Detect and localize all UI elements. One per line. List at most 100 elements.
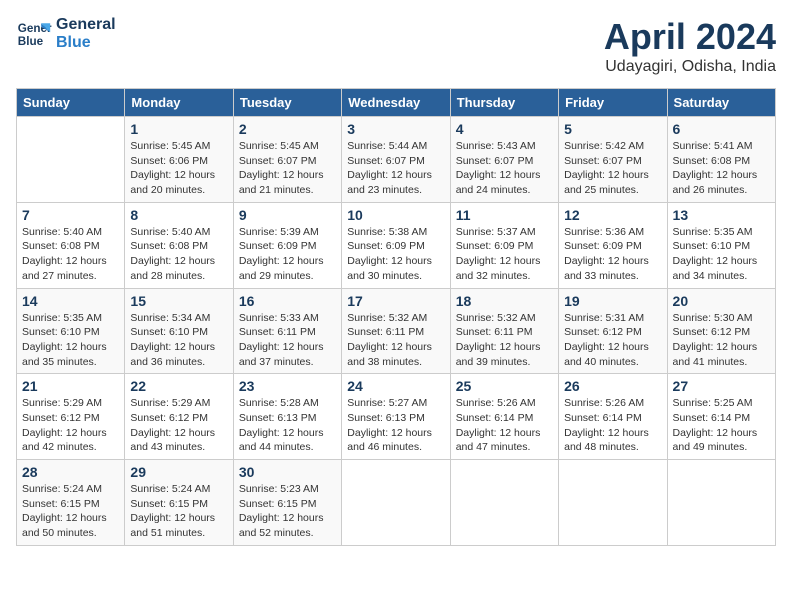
day-number: 22 [130, 378, 227, 394]
weekday-header-sunday: Sunday [17, 89, 125, 117]
day-number: 18 [456, 293, 553, 309]
day-number: 6 [673, 121, 770, 137]
day-number: 12 [564, 207, 661, 223]
calendar-cell: 18 Sunrise: 5:32 AM Sunset: 6:11 PM Dayli… [450, 288, 558, 374]
calendar-cell: 30 Sunrise: 5:23 AM Sunset: 6:15 PM Dayli… [233, 460, 341, 546]
calendar-cell [17, 117, 125, 203]
day-info: Sunrise: 5:25 AM Sunset: 6:14 PM Dayligh… [673, 396, 770, 455]
day-number: 9 [239, 207, 336, 223]
week-row-2: 7 Sunrise: 5:40 AM Sunset: 6:08 PM Daylig… [17, 202, 776, 288]
page-header: General Blue General Blue April 2024 Uda… [16, 16, 776, 76]
day-info: Sunrise: 5:43 AM Sunset: 6:07 PM Dayligh… [456, 139, 553, 198]
weekday-header-friday: Friday [559, 89, 667, 117]
day-info: Sunrise: 5:29 AM Sunset: 6:12 PM Dayligh… [22, 396, 119, 455]
calendar-cell: 25Sunrise: 5:26 AM Sunset: 6:14 PM Dayli… [450, 374, 558, 460]
day-number: 2 [239, 121, 336, 137]
day-info: Sunrise: 5:33 AM Sunset: 6:11 PM Dayligh… [239, 311, 336, 370]
calendar-cell [559, 460, 667, 546]
day-info: Sunrise: 5:32 AM Sunset: 6:11 PM Dayligh… [347, 311, 444, 370]
day-number: 27 [673, 378, 770, 394]
day-number: 20 [673, 293, 770, 309]
calendar-cell: 12 Sunrise: 5:36 AM Sunset: 6:09 PM Dayli… [559, 202, 667, 288]
day-info: Sunrise: 5:40 AM Sunset: 6:08 PM Dayligh… [22, 225, 119, 284]
day-info: Sunrise: 5:26 AM Sunset: 6:14 PM Dayligh… [456, 396, 553, 455]
day-number: 15 [130, 293, 227, 309]
day-number: 7 [22, 207, 119, 223]
calendar-cell [667, 460, 775, 546]
calendar-cell [342, 460, 450, 546]
day-number: 3 [347, 121, 444, 137]
day-number: 30 [239, 464, 336, 480]
calendar-cell: 7 Sunrise: 5:40 AM Sunset: 6:08 PM Daylig… [17, 202, 125, 288]
calendar-cell: 21Sunrise: 5:29 AM Sunset: 6:12 PM Dayli… [17, 374, 125, 460]
calendar-cell: 5 Sunrise: 5:42 AM Sunset: 6:07 PM Daylig… [559, 117, 667, 203]
weekday-header-monday: Monday [125, 89, 233, 117]
weekday-header-row: SundayMondayTuesdayWednesdayThursdayFrid… [17, 89, 776, 117]
day-info: Sunrise: 5:34 AM Sunset: 6:10 PM Dayligh… [130, 311, 227, 370]
calendar-cell: 28 Sunrise: 5:24 AM Sunset: 6:15 PM Dayli… [17, 460, 125, 546]
day-info: Sunrise: 5:35 AM Sunset: 6:10 PM Dayligh… [673, 225, 770, 284]
day-number: 1 [130, 121, 227, 137]
day-number: 26 [564, 378, 661, 394]
calendar-cell: 3 Sunrise: 5:44 AM Sunset: 6:07 PM Daylig… [342, 117, 450, 203]
calendar-cell: 26Sunrise: 5:26 AM Sunset: 6:14 PM Dayli… [559, 374, 667, 460]
logo-line1: General [56, 16, 116, 34]
day-number: 14 [22, 293, 119, 309]
day-info: Sunrise: 5:36 AM Sunset: 6:09 PM Dayligh… [564, 225, 661, 284]
calendar-title: April 2024 [604, 16, 776, 58]
calendar-cell: 13 Sunrise: 5:35 AM Sunset: 6:10 PM Dayli… [667, 202, 775, 288]
calendar-cell: 27 Sunrise: 5:25 AM Sunset: 6:14 PM Dayli… [667, 374, 775, 460]
day-number: 13 [673, 207, 770, 223]
logo-line2: Blue [56, 34, 116, 52]
calendar-cell: 16 Sunrise: 5:33 AM Sunset: 6:11 PM Dayli… [233, 288, 341, 374]
weekday-header-tuesday: Tuesday [233, 89, 341, 117]
day-number: 23 [239, 378, 336, 394]
calendar-cell: 20Sunrise: 5:30 AM Sunset: 6:12 PM Dayli… [667, 288, 775, 374]
day-number: 8 [130, 207, 227, 223]
day-info: Sunrise: 5:31 AM Sunset: 6:12 PM Dayligh… [564, 311, 661, 370]
calendar-cell: 8 Sunrise: 5:40 AM Sunset: 6:08 PM Daylig… [125, 202, 233, 288]
calendar-cell: 1 Sunrise: 5:45 AM Sunset: 6:06 PM Daylig… [125, 117, 233, 203]
day-info: Sunrise: 5:39 AM Sunset: 6:09 PM Dayligh… [239, 225, 336, 284]
day-info: Sunrise: 5:45 AM Sunset: 6:07 PM Dayligh… [239, 139, 336, 198]
calendar-cell: 14Sunrise: 5:35 AM Sunset: 6:10 PM Dayli… [17, 288, 125, 374]
calendar-cell: 17Sunrise: 5:32 AM Sunset: 6:11 PM Dayli… [342, 288, 450, 374]
day-number: 16 [239, 293, 336, 309]
day-info: Sunrise: 5:42 AM Sunset: 6:07 PM Dayligh… [564, 139, 661, 198]
calendar-cell: 15 Sunrise: 5:34 AM Sunset: 6:10 PM Dayli… [125, 288, 233, 374]
calendar-cell: 6Sunrise: 5:41 AM Sunset: 6:08 PM Daylig… [667, 117, 775, 203]
weekday-header-thursday: Thursday [450, 89, 558, 117]
day-info: Sunrise: 5:40 AM Sunset: 6:08 PM Dayligh… [130, 225, 227, 284]
calendar-table: SundayMondayTuesdayWednesdayThursdayFrid… [16, 88, 776, 546]
calendar-cell: 2 Sunrise: 5:45 AM Sunset: 6:07 PM Daylig… [233, 117, 341, 203]
week-row-3: 14Sunrise: 5:35 AM Sunset: 6:10 PM Dayli… [17, 288, 776, 374]
day-info: Sunrise: 5:38 AM Sunset: 6:09 PM Dayligh… [347, 225, 444, 284]
day-info: Sunrise: 5:23 AM Sunset: 6:15 PM Dayligh… [239, 482, 336, 541]
day-info: Sunrise: 5:44 AM Sunset: 6:07 PM Dayligh… [347, 139, 444, 198]
day-info: Sunrise: 5:24 AM Sunset: 6:15 PM Dayligh… [22, 482, 119, 541]
day-number: 28 [22, 464, 119, 480]
day-info: Sunrise: 5:45 AM Sunset: 6:06 PM Dayligh… [130, 139, 227, 198]
calendar-cell [450, 460, 558, 546]
weekday-header-wednesday: Wednesday [342, 89, 450, 117]
calendar-cell: 24 Sunrise: 5:27 AM Sunset: 6:13 PM Dayli… [342, 374, 450, 460]
weekday-header-saturday: Saturday [667, 89, 775, 117]
day-number: 24 [347, 378, 444, 394]
calendar-cell: 11 Sunrise: 5:37 AM Sunset: 6:09 PM Dayli… [450, 202, 558, 288]
svg-text:Blue: Blue [18, 35, 44, 48]
day-number: 19 [564, 293, 661, 309]
day-number: 11 [456, 207, 553, 223]
calendar-cell: 10 Sunrise: 5:38 AM Sunset: 6:09 PM Dayli… [342, 202, 450, 288]
calendar-cell: 23Sunrise: 5:28 AM Sunset: 6:13 PM Dayli… [233, 374, 341, 460]
day-info: Sunrise: 5:37 AM Sunset: 6:09 PM Dayligh… [456, 225, 553, 284]
day-info: Sunrise: 5:29 AM Sunset: 6:12 PM Dayligh… [130, 396, 227, 455]
day-info: Sunrise: 5:32 AM Sunset: 6:11 PM Dayligh… [456, 311, 553, 370]
logo: General Blue General Blue [16, 16, 116, 52]
week-row-5: 28 Sunrise: 5:24 AM Sunset: 6:15 PM Dayli… [17, 460, 776, 546]
day-number: 10 [347, 207, 444, 223]
day-info: Sunrise: 5:27 AM Sunset: 6:13 PM Dayligh… [347, 396, 444, 455]
title-block: April 2024 Udayagiri, Odisha, India [604, 16, 776, 76]
day-number: 5 [564, 121, 661, 137]
week-row-4: 21Sunrise: 5:29 AM Sunset: 6:12 PM Dayli… [17, 374, 776, 460]
day-number: 4 [456, 121, 553, 137]
